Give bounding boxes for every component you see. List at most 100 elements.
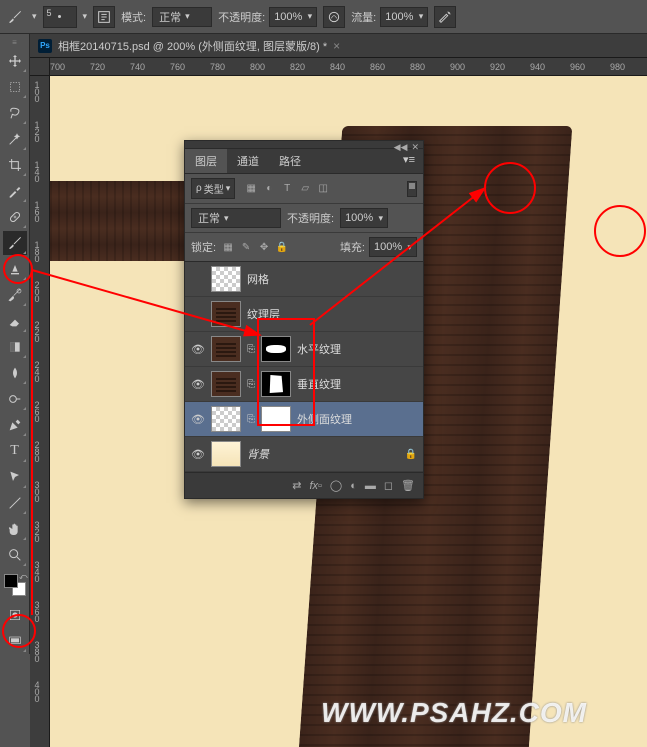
eyedropper-tool[interactable] — [3, 179, 27, 203]
pen-tool[interactable] — [3, 413, 27, 437]
layer-thumbnail[interactable] — [211, 441, 241, 467]
tab-layers[interactable]: 图层 — [185, 149, 227, 173]
layer-name[interactable]: 垂直纹理 — [297, 376, 341, 392]
eraser-tool[interactable] — [3, 309, 27, 333]
hand-tool[interactable] — [3, 517, 27, 541]
lock-all-icon[interactable]: 🔒 — [274, 239, 290, 255]
mask-link-icon[interactable]: ⎘ — [247, 344, 255, 355]
screen-mode-toggle[interactable] — [3, 629, 27, 653]
brush-tool-icon[interactable] — [4, 6, 26, 28]
lasso-tool[interactable] — [3, 101, 27, 125]
filter-toggle-switch[interactable] — [407, 181, 417, 197]
tab-channels[interactable]: 通道 — [227, 149, 269, 173]
brush-preview[interactable]: 5 — [43, 6, 77, 28]
healing-brush-tool[interactable] — [3, 205, 27, 229]
gradient-tool[interactable] — [3, 335, 27, 359]
new-layer-icon[interactable]: ◻ — [384, 479, 393, 492]
lock-position-icon[interactable]: ✥ — [256, 239, 272, 255]
path-selection-tool[interactable] — [3, 465, 27, 489]
move-tool[interactable] — [3, 49, 27, 73]
layer-thumbnail[interactable] — [211, 266, 241, 292]
layer-name[interactable]: 网格 — [247, 271, 269, 287]
layer-thumbnail[interactable] — [211, 301, 241, 327]
fill-input[interactable]: 100%▾ — [369, 237, 417, 257]
magic-wand-tool[interactable] — [3, 127, 27, 151]
ruler-tick: 840 — [330, 62, 345, 72]
brush-panel-toggle[interactable] — [93, 6, 115, 28]
panel-grip[interactable]: ◀◀✕ — [185, 141, 423, 149]
visibility-toggle[interactable]: 👁 — [191, 447, 205, 461]
layer-thumbnail[interactable] — [211, 406, 241, 432]
layer-name[interactable]: 背景 — [247, 446, 269, 462]
color-swatch[interactable]: ⤺ — [2, 572, 28, 598]
layer-fx-icon[interactable]: fx▫ — [309, 480, 321, 492]
brush-tool[interactable] — [3, 231, 27, 255]
visibility-toggle[interactable]: 👁 — [191, 342, 205, 356]
panel-collapse-icon[interactable]: ◀◀ — [394, 142, 408, 153]
history-brush-tool[interactable] — [3, 283, 27, 307]
lock-transparency-icon[interactable]: ▦ — [220, 239, 236, 255]
layer-blend-dropdown[interactable]: 正常▾ — [191, 208, 281, 228]
crop-tool[interactable] — [3, 153, 27, 177]
adjustment-layer-icon[interactable]: ◐ — [350, 480, 357, 492]
layer-row[interactable]: 纹理层 — [185, 297, 423, 332]
line-tool[interactable] — [3, 491, 27, 515]
mask-link-icon[interactable]: ⎘ — [247, 379, 255, 390]
layer-name[interactable]: 外侧面纹理 — [297, 411, 352, 427]
brush-preset-dropdown-icon[interactable]: ▾ — [32, 11, 37, 22]
layer-thumbnail[interactable] — [211, 336, 241, 362]
quick-mask-toggle[interactable] — [3, 603, 27, 627]
brush-settings-dropdown-icon[interactable]: ▾ — [83, 11, 88, 22]
layer-thumbnail[interactable] — [211, 371, 241, 397]
new-group-icon[interactable]: ▬ — [365, 480, 376, 492]
layer-name[interactable]: 水平纹理 — [297, 341, 341, 357]
visibility-toggle[interactable]: 👁 — [191, 377, 205, 391]
zoom-tool[interactable] — [3, 543, 27, 567]
link-layers-icon[interactable]: ⇄ — [292, 479, 301, 492]
layer-opacity-input[interactable]: 100%▾ — [340, 208, 388, 228]
flow-input[interactable]: 100% ▾ — [380, 7, 428, 27]
blend-mode-dropdown[interactable]: 正常 ▾ — [152, 7, 212, 27]
filter-kind-dropdown[interactable]: ρ类型▾ — [191, 178, 235, 199]
type-tool[interactable]: T — [3, 439, 27, 463]
pressure-opacity-toggle[interactable] — [323, 6, 345, 28]
flow-value: 100% — [385, 11, 413, 23]
layer-row[interactable]: 👁背景🔒 — [185, 437, 423, 472]
visibility-toggle[interactable]: 👁 — [191, 412, 205, 426]
visibility-toggle[interactable] — [191, 272, 205, 286]
layer-row[interactable]: 👁 ⎘ 水平纹理 — [185, 332, 423, 367]
lock-pixels-icon[interactable]: ✎ — [238, 239, 254, 255]
mask-link-icon[interactable]: ⎘ — [247, 414, 255, 425]
layer-row[interactable]: 网格 — [185, 262, 423, 297]
panel-close-icon[interactable]: ✕ — [411, 142, 419, 153]
visibility-toggle[interactable] — [191, 307, 205, 321]
layer-row[interactable]: 👁 ⎘ 垂直纹理 — [185, 367, 423, 402]
swap-colors-icon[interactable]: ⤺ — [19, 572, 28, 582]
ruler-vertical[interactable]: 1001201401601802002202402602803003203403… — [30, 76, 50, 747]
filter-shape-icon[interactable]: ▱ — [297, 181, 313, 197]
filter-type-icon[interactable]: T — [279, 181, 295, 197]
airbrush-toggle[interactable] — [434, 6, 456, 28]
tab-paths[interactable]: 路径 — [269, 149, 311, 173]
opacity-input[interactable]: 100% ▾ — [269, 7, 317, 27]
layer-row[interactable]: 👁 ⎘ 外侧面纹理 — [185, 402, 423, 437]
clone-stamp-tool[interactable] — [3, 257, 27, 281]
add-mask-icon[interactable]: ◯ — [330, 479, 342, 492]
ruler-horizontal[interactable]: 7007207407607808008208408608809009209409… — [50, 58, 647, 76]
layer-name[interactable]: 纹理层 — [247, 306, 280, 322]
mask-thumbnail[interactable] — [261, 336, 291, 362]
ruler-origin[interactable] — [30, 58, 50, 76]
toolbox-grip[interactable] — [1, 38, 29, 46]
foreground-color[interactable] — [4, 574, 18, 588]
delete-layer-icon[interactable]: 🗑 — [401, 479, 415, 492]
filter-pixel-icon[interactable]: ▦ — [243, 181, 259, 197]
tab-close-icon[interactable]: × — [333, 39, 340, 53]
mask-thumbnail[interactable] — [261, 406, 291, 432]
filter-adjustment-icon[interactable]: ◐ — [261, 181, 277, 197]
filter-smart-icon[interactable]: ◫ — [315, 181, 331, 197]
mask-thumbnail[interactable] — [261, 371, 291, 397]
marquee-tool[interactable] — [3, 75, 27, 99]
dodge-tool[interactable] — [3, 387, 27, 411]
document-tab[interactable]: Ps 相框20140715.psd @ 200% (外侧面纹理, 图层蒙版/8)… — [30, 34, 647, 58]
blur-tool[interactable] — [3, 361, 27, 385]
